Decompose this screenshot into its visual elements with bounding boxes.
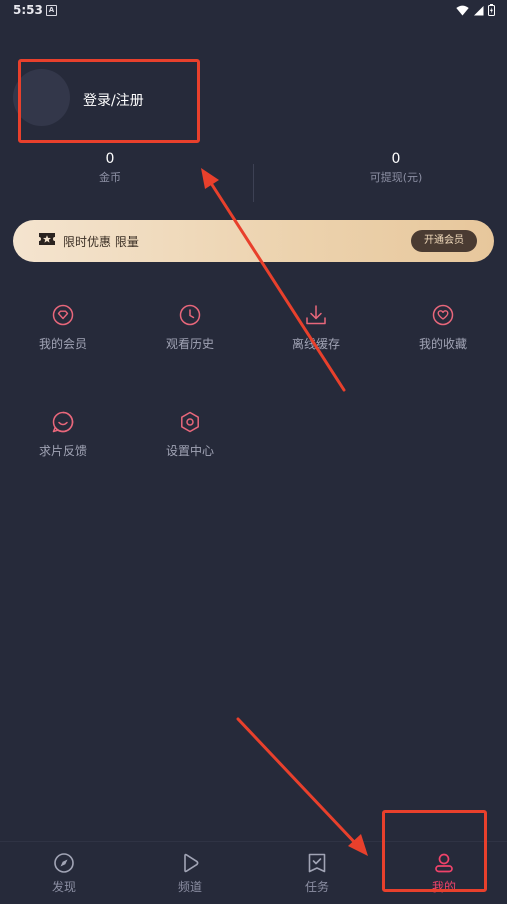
annotation-arrow-down <box>236 717 368 856</box>
annotation-arrow-up <box>201 168 346 392</box>
annotation-arrows <box>201 168 368 856</box>
